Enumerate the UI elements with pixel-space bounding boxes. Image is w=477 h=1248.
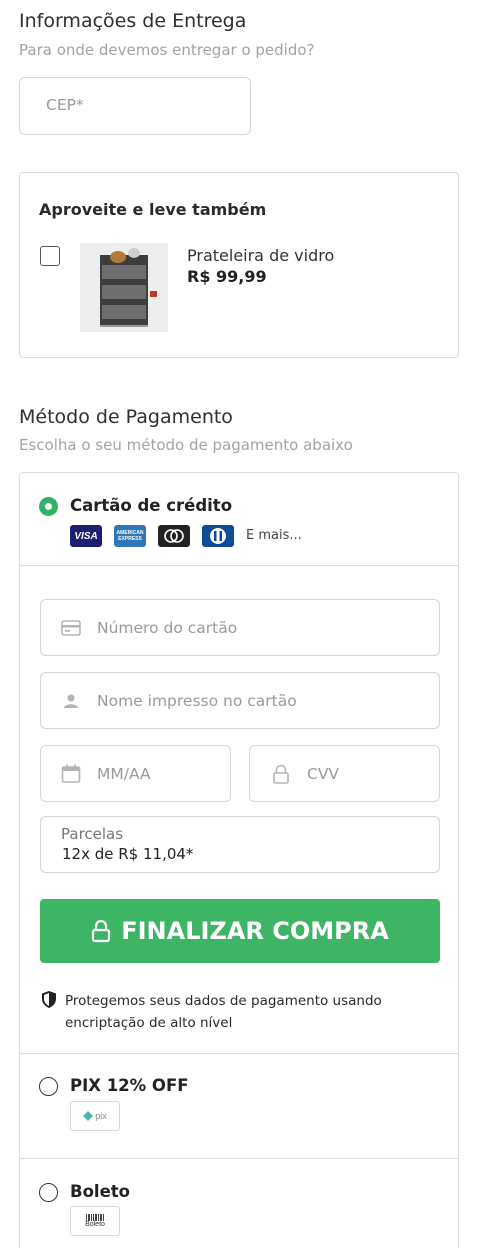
divider: [20, 565, 458, 566]
card-number-input[interactable]: Número do cartão: [40, 599, 440, 656]
installments-select[interactable]: Parcelas 12x de R$ 11,04*: [40, 816, 440, 873]
expiry-placeholder: MM/AA: [97, 765, 151, 783]
divider: [20, 1158, 458, 1159]
installments-value: 12x de R$ 11,04*: [62, 845, 194, 863]
calendar-icon: [61, 764, 81, 783]
delivery-subtitle: Para onde devemos entregar o pedido?: [19, 41, 315, 59]
finalize-purchase-button[interactable]: FINALIZAR COMPRA: [40, 899, 440, 963]
credit-card-icon: [61, 620, 81, 636]
card-name-placeholder: Nome impresso no cartão: [97, 692, 297, 710]
card-number-placeholder: Número do cartão: [97, 619, 238, 637]
shield-icon: [42, 991, 56, 1008]
barcode-icon: [86, 1214, 104, 1221]
lock-icon: [92, 919, 111, 943]
visa-icon: VISA: [70, 525, 102, 547]
shelf-image-icon: [80, 243, 168, 332]
pix-logo-text: pix: [95, 1111, 107, 1121]
payment-subtitle: Escolha o seu método de pagamento abaixo: [19, 436, 353, 454]
boleto-radio[interactable]: [39, 1183, 58, 1202]
upsell-checkbox[interactable]: [40, 246, 60, 266]
boleto-logo-text: Boleto: [85, 1221, 105, 1228]
delivery-title: Informações de Entrega: [19, 10, 247, 32]
payment-title: Método de Pagamento: [19, 406, 233, 428]
boleto-logo: Boleto: [70, 1206, 120, 1236]
more-brands-label: E mais...: [246, 528, 302, 543]
boleto-label[interactable]: Boleto: [70, 1182, 130, 1201]
payment-methods-card: Cartão de crédito VISA AMERICAN EXPRESS E…: [19, 472, 459, 1248]
expiry-input[interactable]: MM/AA: [40, 745, 231, 802]
finalize-purchase-label: FINALIZAR COMPRA: [121, 917, 389, 945]
upsell-title: Aproveite e leve também: [39, 200, 267, 219]
product-price: R$ 99,99: [187, 267, 267, 286]
diners-club-icon: [202, 525, 234, 547]
installments-label: Parcelas: [61, 825, 124, 843]
cvv-input[interactable]: CVV: [249, 745, 440, 802]
mastercard-icon: [158, 525, 190, 547]
product-name: Prateleira de vidro: [187, 246, 335, 265]
upsell-card: Aproveite e leve também Prateleira de vi…: [19, 172, 459, 358]
cep-placeholder: CEP*: [46, 96, 84, 114]
pix-logo: pix: [70, 1101, 120, 1131]
cep-input[interactable]: CEP*: [19, 77, 251, 135]
pix-radio[interactable]: [39, 1077, 58, 1096]
pix-label[interactable]: PIX 12% OFF: [70, 1076, 189, 1095]
divider: [20, 1053, 458, 1054]
pix-diamond-icon: [83, 1111, 94, 1121]
lock-icon: [273, 764, 289, 784]
cvv-placeholder: CVV: [307, 765, 340, 783]
card-name-input[interactable]: Nome impresso no cartão: [40, 672, 440, 729]
credit-card-label[interactable]: Cartão de crédito: [70, 496, 232, 515]
security-note: Protegemos seus dados de pagamento usand…: [65, 993, 382, 1031]
american-express-icon: AMERICAN EXPRESS: [114, 525, 146, 547]
credit-card-radio[interactable]: [39, 497, 58, 516]
product-image: [80, 243, 168, 332]
user-icon: [64, 694, 78, 708]
